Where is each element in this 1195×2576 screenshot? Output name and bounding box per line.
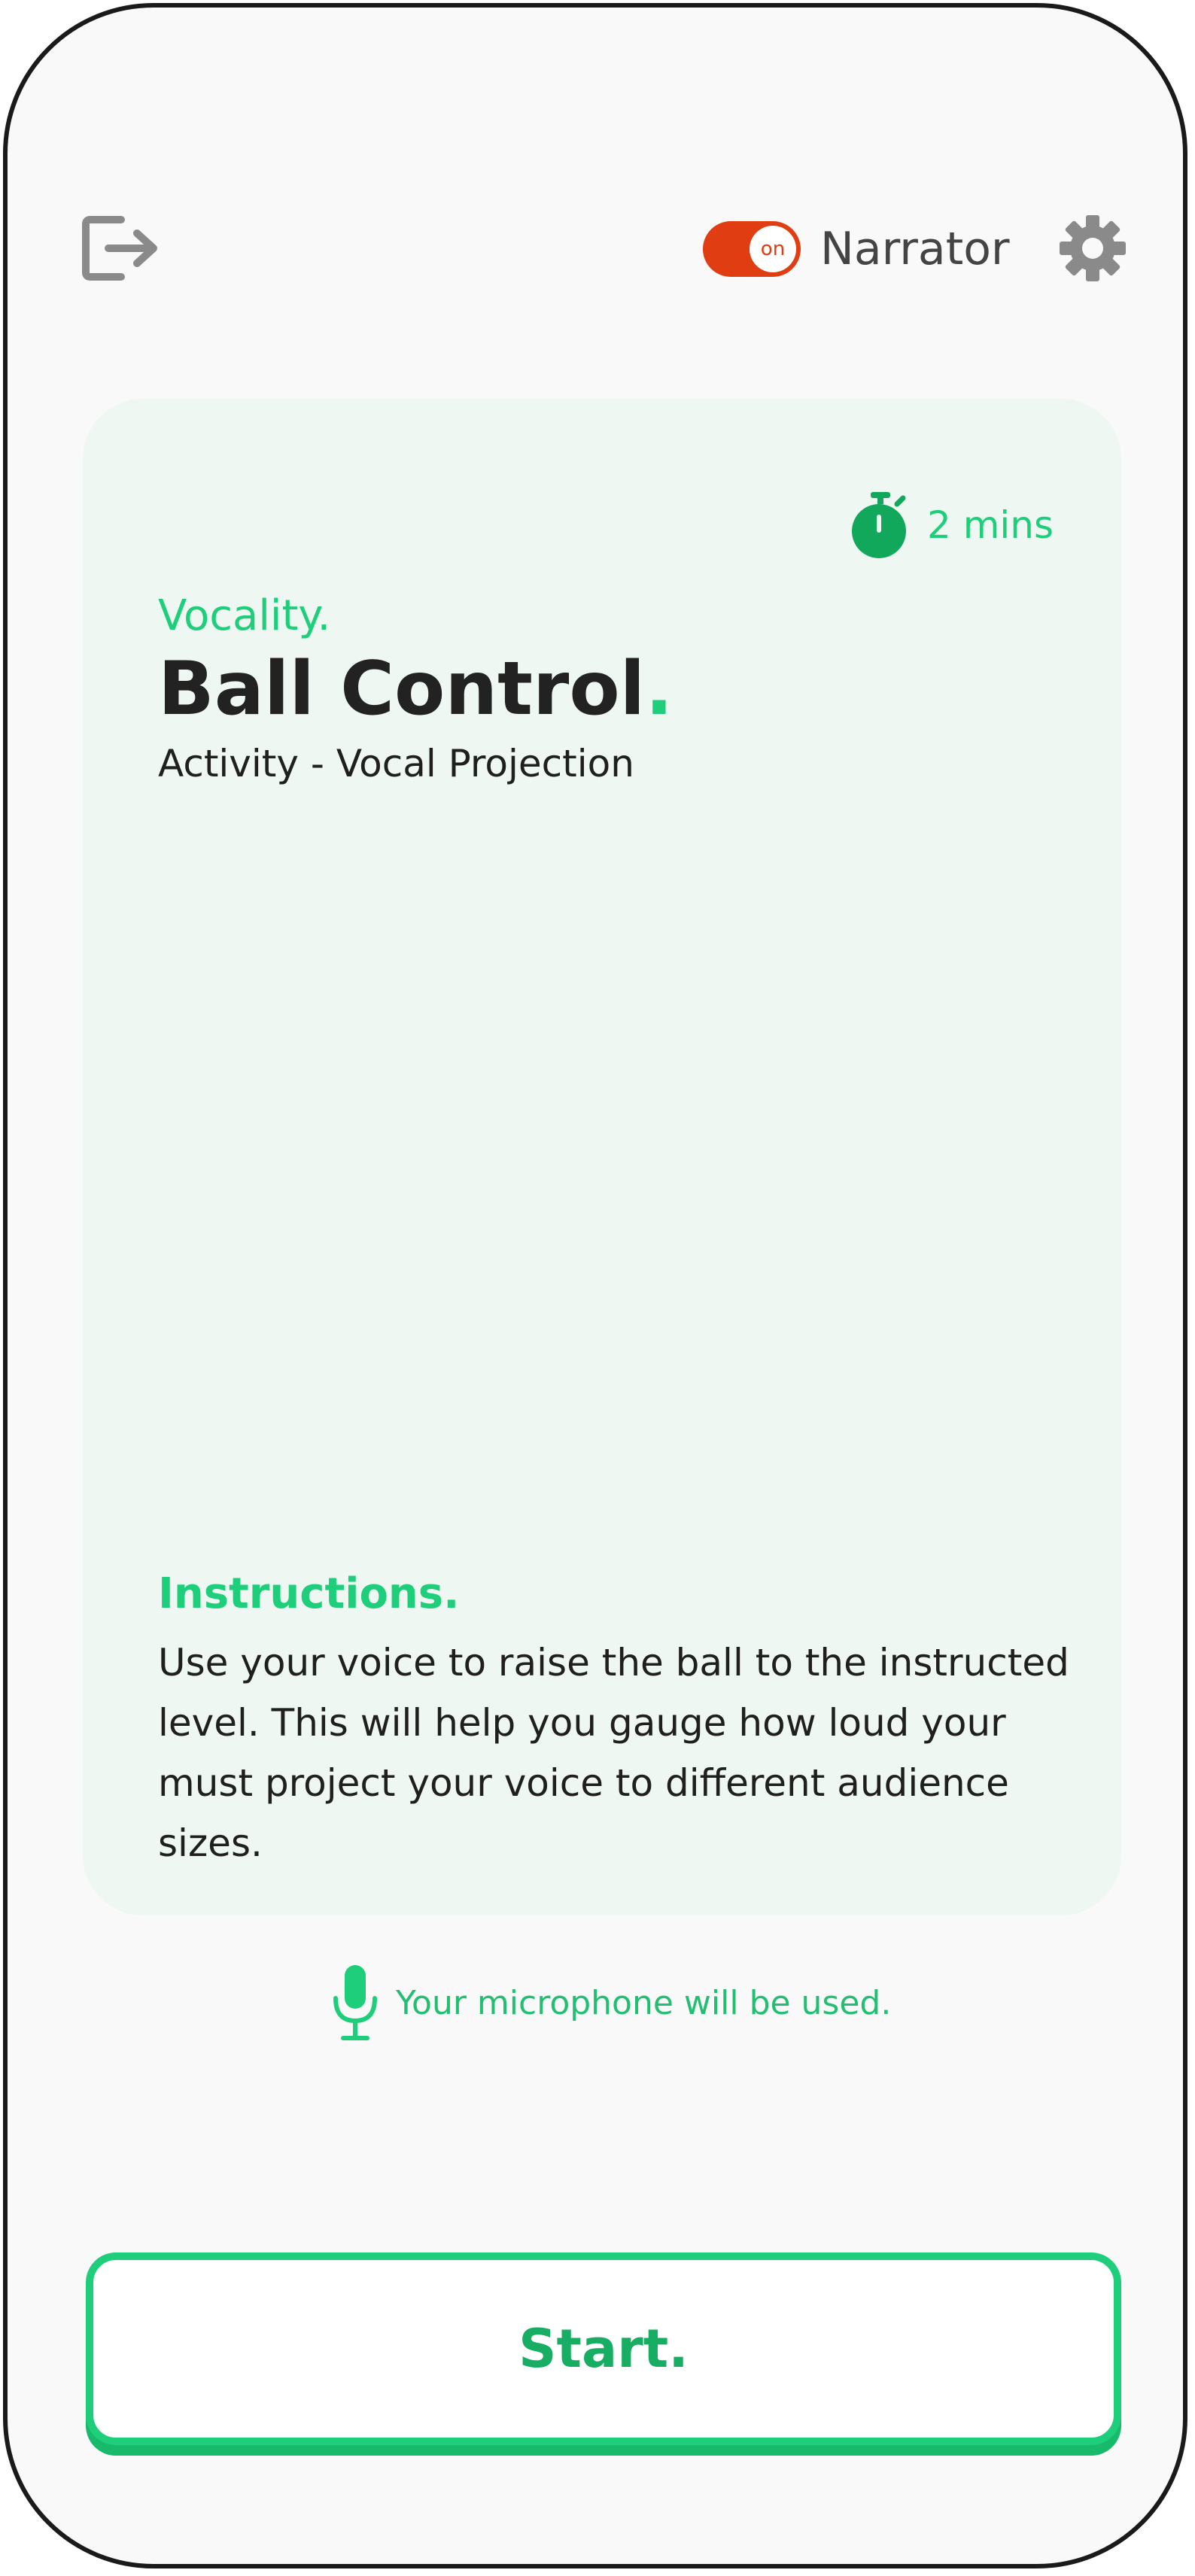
narrator-label: Narrator [820,223,1010,275]
instructions-text: Use your voice to raise the ball to the … [158,1641,1069,1865]
duration-indicator: 2 mins [850,491,1054,560]
brand-name: Vocality. [158,591,331,640]
toggle-state-text: on [760,238,786,260]
instructions-heading: Instructions. [158,1569,460,1618]
settings-button[interactable] [1058,214,1127,283]
stopwatch-icon [852,492,906,558]
duration-text: 2 mins [927,503,1054,547]
start-button[interactable]: Start. [86,2252,1121,2445]
exit-button[interactable] [80,211,163,286]
microphone-notice: Your microphone will be used. [331,1964,891,2042]
activity-card: 2 mins Vocality. Ball Control. Activity … [83,399,1121,1915]
toggle-knob: on [750,226,796,272]
exit-icon [82,216,157,281]
title-accent-dot: . [645,646,674,732]
activity-subtitle: Activity - Vocal Projection [158,742,634,785]
phone-frame: on Narrator 2 mins Vocality. Ball Contro… [3,3,1187,2568]
start-button-label: Start. [518,2318,689,2380]
gear-icon [1060,215,1126,281]
activity-title: Ball Control. [158,644,673,734]
activity-title-text: Ball Control [158,646,646,732]
narrator-toggle[interactable]: on [703,221,801,277]
microphone-notice-text: Your microphone will be used. [396,1983,892,2022]
microphone-icon [333,1965,377,2040]
